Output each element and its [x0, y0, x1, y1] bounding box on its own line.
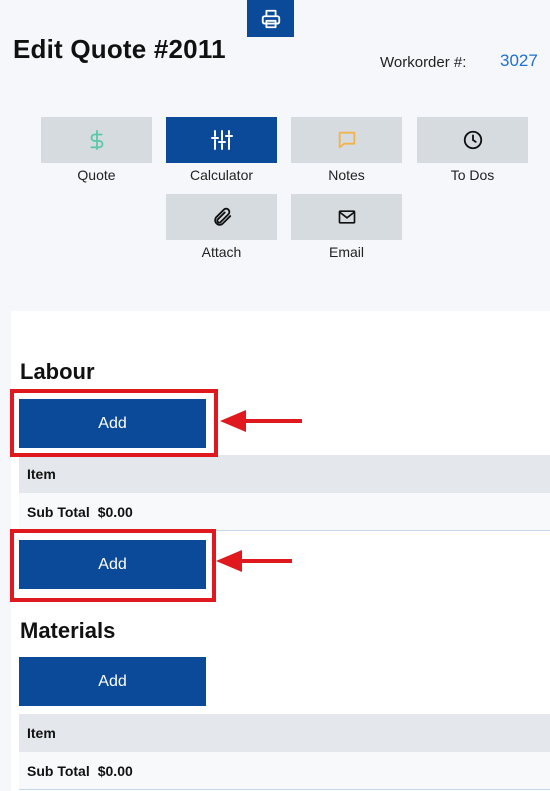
tab-todos-label: To Dos — [450, 167, 495, 183]
tab-email-label: Email — [328, 244, 364, 260]
chat-bubble-icon — [338, 131, 355, 149]
print-button[interactable] — [247, 0, 294, 37]
tab-calculator[interactable] — [166, 117, 277, 163]
dollar-icon — [90, 129, 103, 151]
tab-calculator-label: Calculator — [189, 167, 254, 183]
envelope-icon — [338, 210, 355, 224]
highlight-box-1 — [10, 389, 218, 457]
sliders-icon — [210, 130, 233, 150]
tab-email[interactable] — [291, 194, 402, 240]
highlight-box-2 — [10, 529, 216, 602]
materials-table-header: Item — [19, 714, 550, 752]
materials-item-header: Item — [27, 725, 56, 741]
materials-subtotal-label: Sub Total — [27, 762, 90, 779]
workorder-link[interactable]: 3027 — [500, 51, 538, 71]
materials-add-button[interactable]: Add — [19, 657, 206, 706]
materials-title: Materials — [20, 618, 116, 643]
tab-notes[interactable] — [291, 117, 402, 163]
tab-notes-label: Notes — [328, 167, 365, 183]
tab-quote-label: Quote — [77, 167, 116, 183]
printer-icon — [261, 9, 280, 28]
labour-item-header: Item — [27, 466, 56, 482]
labour-table-header: Item — [19, 455, 550, 493]
workorder-label: Workorder #: — [380, 54, 467, 71]
labour-subtotal-row: Sub Total $0.00 — [19, 493, 550, 531]
arrow-left-icon — [220, 410, 302, 432]
clock-icon — [463, 130, 482, 150]
labour-subtotal-label: Sub Total — [27, 503, 90, 520]
arrow-left-icon — [216, 550, 292, 572]
labour-title: Labour — [20, 359, 95, 384]
tab-todos[interactable] — [417, 117, 528, 163]
page-title: Edit Quote #2011 — [13, 34, 226, 64]
paperclip-icon — [213, 207, 231, 226]
tab-quote[interactable] — [41, 117, 152, 163]
labour-subtotal-value: $0.00 — [97, 503, 133, 520]
materials-subtotal-row: Sub Total $0.00 — [19, 752, 550, 790]
tab-attach-label: Attach — [201, 244, 242, 260]
tab-attach[interactable] — [166, 194, 277, 240]
materials-subtotal-value: $0.00 — [97, 762, 133, 779]
